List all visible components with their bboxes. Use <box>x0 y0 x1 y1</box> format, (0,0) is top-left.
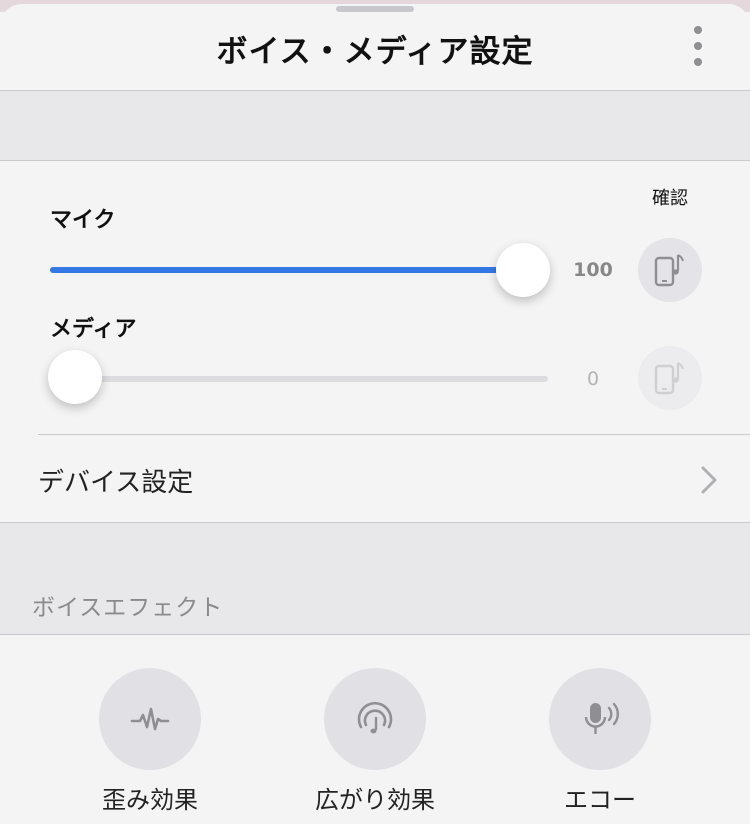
more-menu-button[interactable] <box>680 22 716 70</box>
media-value: 0 <box>586 368 600 390</box>
media-test-button[interactable] <box>638 346 702 410</box>
phone-music-icon <box>654 254 684 287</box>
spread-effect-label: 広がり効果 <box>315 786 435 814</box>
mic-value: 100 <box>573 259 613 281</box>
mic-test-button[interactable] <box>638 238 702 302</box>
device-settings-label: デバイス設定 <box>38 468 194 498</box>
distortion-effect-label: 歪み効果 <box>102 786 198 814</box>
voice-effect-section-title: ボイスエフェクト <box>32 595 224 621</box>
media-slider-thumb[interactable] <box>48 350 102 404</box>
spread-effect-button[interactable] <box>324 668 426 770</box>
media-slider-track <box>50 376 548 382</box>
spacer-band <box>0 91 750 160</box>
confirm-column-label: 確認 <box>652 188 688 209</box>
page-title: ボイス・メディア設定 <box>216 34 534 70</box>
echo-effect-button[interactable] <box>549 668 651 770</box>
mic-slider-thumb[interactable] <box>496 243 550 297</box>
divider <box>38 434 750 435</box>
drag-handle[interactable] <box>336 6 414 12</box>
chevron-right-icon <box>701 466 717 494</box>
media-label: メディア <box>50 317 137 342</box>
echo-effect-label: エコー <box>564 786 636 814</box>
distortion-effect-button[interactable] <box>99 668 201 770</box>
microphone-echo-icon <box>584 702 619 734</box>
surround-music-icon <box>357 701 393 734</box>
divider <box>0 160 750 161</box>
mic-slider-fill <box>50 267 522 273</box>
divider <box>0 634 750 635</box>
phone-music-icon <box>654 362 684 395</box>
waveform-icon <box>130 707 170 731</box>
mic-label: マイク <box>50 208 116 233</box>
